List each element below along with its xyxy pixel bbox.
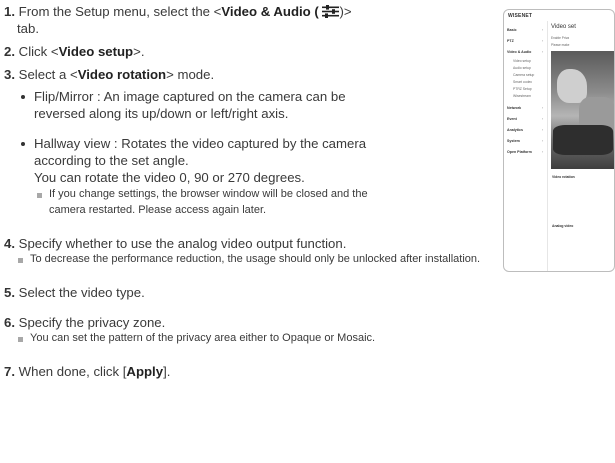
chevron-right-icon: › bbox=[542, 139, 544, 143]
thumbnail-analog-video-label: Analog video bbox=[552, 224, 574, 228]
step-text: Select a < bbox=[18, 67, 78, 82]
step-number: 3. bbox=[4, 67, 15, 82]
step-bold: Video & Audio ( bbox=[221, 4, 323, 19]
menu-ptz: PTZ bbox=[507, 39, 514, 43]
note-marker bbox=[37, 193, 42, 198]
note-restart-line1: If you change settings, the browser wind… bbox=[49, 188, 368, 200]
step-7: 7. When done, click [Apply]. bbox=[4, 363, 170, 380]
bullet-flip-mirror-line1: Flip/Mirror : An image captured on the c… bbox=[34, 89, 346, 104]
step-text: When done, click [ bbox=[18, 364, 127, 379]
step-text: Specify whether to use the analog video … bbox=[18, 236, 347, 251]
step-text-end: )> bbox=[339, 4, 352, 19]
step-3: 3. Select a <Video rotation> mode. bbox=[4, 66, 214, 83]
menu-open-platform: Open Platform bbox=[507, 150, 532, 154]
step-number: 7. bbox=[4, 364, 15, 379]
brand-logo: WISENET bbox=[508, 13, 533, 19]
step-text: Select the video type. bbox=[18, 285, 145, 300]
camera-preview-image bbox=[551, 51, 614, 169]
thumbnail-video-rotation-label: Video rotation bbox=[552, 175, 575, 179]
menu-event: Event bbox=[507, 117, 517, 121]
submenu-wisestream: Wisestream bbox=[513, 94, 531, 98]
tune-icon bbox=[322, 5, 340, 18]
bullet-hallway-line3: You can rotate the video 0, 90 or 270 de… bbox=[34, 170, 305, 185]
bullet-flip-mirror-line2: reversed along its up/down or left/right… bbox=[34, 106, 289, 121]
chevron-right-icon: › bbox=[542, 128, 544, 132]
step-bold: Video setup bbox=[58, 44, 134, 59]
step-text: From the Setup menu, select the < bbox=[18, 4, 222, 19]
step-number: 1. bbox=[4, 4, 15, 19]
chevron-right-icon: › bbox=[542, 28, 544, 32]
bullet-hallway-line2: according to the set angle. bbox=[34, 153, 189, 168]
submenu-camera-setup: Camera setup bbox=[513, 73, 535, 77]
step-1-continuation: tab. bbox=[17, 21, 39, 36]
submenu-video-setup: Video setup bbox=[513, 59, 531, 63]
step-number: 4. bbox=[4, 236, 15, 251]
bullet-hallway-line1: Hallway view : Rotates the video capture… bbox=[34, 136, 367, 151]
note-privacy: You can set the pattern of the privacy a… bbox=[30, 332, 376, 344]
menu-network: Network bbox=[507, 106, 522, 110]
thumbnail-sidebar: Basic › PTZ › Video & Audio › Video setu… bbox=[504, 21, 548, 271]
step-text-end: ]. bbox=[163, 364, 171, 379]
step-2: 2. Click <Video setup>. bbox=[4, 43, 145, 60]
note-analog: To decrease the performance reduction, t… bbox=[30, 253, 481, 265]
step-bold: Apply bbox=[126, 364, 164, 379]
step-text: Click < bbox=[18, 44, 59, 59]
step-5: 5. Select the video type. bbox=[4, 284, 145, 301]
step-bold: Video rotation bbox=[77, 67, 167, 82]
step-number: 5. bbox=[4, 285, 15, 300]
note-marker bbox=[18, 258, 23, 263]
setup-screenshot-thumbnail: WISENET Basic › PTZ › Video & Audio › Vi… bbox=[503, 9, 615, 272]
submenu-smart-codec: Smart codec bbox=[513, 80, 533, 84]
chevron-right-icon: › bbox=[542, 39, 544, 43]
chevron-right-icon: › bbox=[542, 106, 544, 110]
menu-analytics: Analytics bbox=[507, 128, 523, 132]
step-number: 2. bbox=[4, 44, 15, 59]
bullet-dot bbox=[21, 142, 25, 146]
step-text: Specify the privacy zone. bbox=[18, 315, 166, 330]
menu-video-audio: Video & Audio bbox=[507, 50, 532, 54]
note-marker bbox=[18, 337, 23, 342]
chevron-right-icon: › bbox=[542, 150, 544, 154]
bullet-dot bbox=[21, 95, 25, 99]
submenu-ptrz-setup: PTRZ Setup bbox=[513, 87, 532, 91]
step-text-end: >. bbox=[133, 44, 145, 59]
chevron-right-icon: › bbox=[542, 50, 544, 54]
step-6: 6. Specify the privacy zone. bbox=[4, 314, 165, 331]
step-text-end: > mode. bbox=[166, 67, 215, 82]
note-restart-line2: camera restarted. Please access again la… bbox=[49, 204, 267, 216]
chevron-right-icon: › bbox=[542, 117, 544, 121]
step-number: 6. bbox=[4, 315, 15, 330]
menu-system: System bbox=[507, 139, 520, 143]
step-1: 1. From the Setup menu, select the <Vide… bbox=[4, 3, 352, 20]
step-4: 4. Specify whether to use the analog vid… bbox=[4, 235, 346, 252]
thumbnail-page-title: Video set bbox=[551, 24, 576, 30]
thumbnail-checkbox-line: Enable Priva bbox=[551, 36, 570, 40]
thumbnail-info-line: Please make bbox=[551, 43, 570, 47]
submenu-audio-setup: Audio setup bbox=[513, 66, 531, 70]
menu-basic: Basic bbox=[507, 28, 517, 32]
